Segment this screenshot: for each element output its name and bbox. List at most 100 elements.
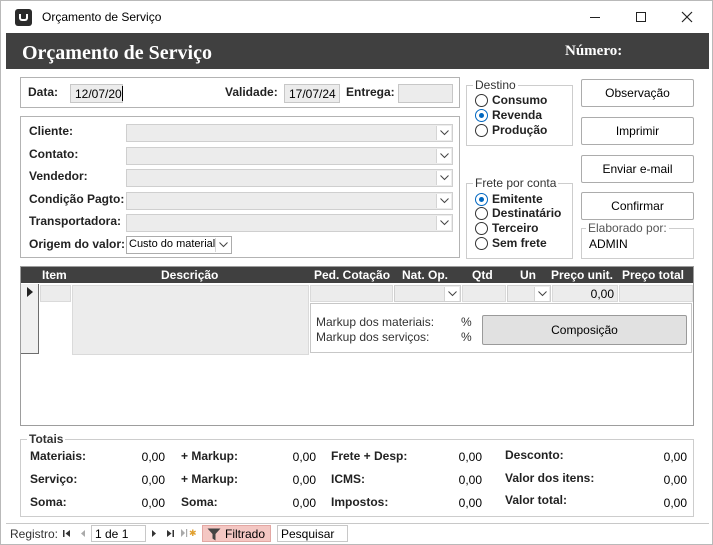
vendedor-dropdown[interactable] [436,171,451,185]
condicao-combo[interactable] [126,192,453,210]
preco-total-cell[interactable] [619,285,693,302]
radio-consumo[interactable] [475,94,488,107]
new-record-icon: ✱ [181,529,197,539]
valor-itens-label: Valor dos itens: [505,471,595,485]
markup-materiais-label: Markup dos materiais: [316,315,435,329]
observacao-button[interactable]: Observação [581,79,694,107]
cliente-dropdown[interactable] [436,126,451,140]
materiais-value: 0,00 [141,450,165,464]
radio-emitente[interactable] [475,193,488,206]
data-input[interactable]: 12/07/20 [70,84,123,103]
radio-consumo-label: Consumo [492,93,548,107]
preco-unit-cell[interactable]: 0,00 [552,285,618,302]
current-row-icon [27,287,33,297]
chevron-down-icon [440,220,449,226]
chevron-down-icon [440,175,449,181]
valor-total-label: Valor total: [505,493,568,507]
entrega-label: Entrega: [346,85,395,99]
close-button[interactable] [664,1,710,33]
origem-combo[interactable]: Custo do material [126,236,232,254]
impostos-value: 0,00 [458,496,482,510]
icms-value: 0,00 [458,473,482,487]
item-cell[interactable] [40,285,71,302]
row-selector[interactable] [21,284,39,354]
elaborado-value: ADMIN [589,237,628,251]
un-dropdown[interactable] [534,287,549,301]
transportadora-dropdown[interactable] [436,216,451,230]
soma1-value: 0,00 [141,496,165,510]
validade-input[interactable]: 17/07/24 [284,84,340,103]
desconto-label: Desconto: [505,448,564,462]
col-preco-unit[interactable]: Preço unit. [551,268,613,282]
filter-indicator[interactable]: Filtrado [202,525,271,542]
last-record-button[interactable] [165,527,177,539]
filter-icon [207,528,221,541]
col-un[interactable]: Un [520,268,536,282]
transportadora-combo[interactable] [126,214,453,232]
title-bar: Orçamento de Serviço [1,1,712,33]
origem-dropdown[interactable] [215,238,230,252]
maximize-button[interactable] [618,1,664,33]
cliente-label: Cliente: [29,124,74,138]
enviar-email-button[interactable]: Enviar e-mail [581,155,694,183]
radio-destinatario[interactable] [475,207,488,220]
markup-servicos-percent: % [461,330,472,344]
col-nat-op[interactable]: Nat. Op. [402,268,448,282]
qtd-cell[interactable] [462,285,506,302]
condicao-label: Condição Pagto: [29,192,125,206]
destino-group: Destino Consumo Revenda Produção [466,78,573,146]
contato-dropdown[interactable] [436,149,451,163]
grid-header: Item Descrição Ped. Cotação Nat. Op. Qtd… [21,267,693,283]
close-icon [681,11,693,23]
elaborado-label: Elaborado por: [586,221,669,235]
entrega-input[interactable] [398,84,453,103]
un-cell[interactable] [507,285,551,302]
text-cursor [122,86,123,101]
radio-sem-frete[interactable] [475,237,488,250]
col-item[interactable]: Item [42,268,67,282]
col-qtd[interactable]: Qtd [472,268,493,282]
cliente-combo[interactable] [126,124,453,142]
ped-cotacao-cell[interactable] [310,285,393,302]
search-field[interactable]: Pesquisar [277,525,348,542]
form-header: Orçamento de Serviço Número: [6,33,709,69]
minimize-button[interactable] [572,1,618,33]
origem-value: Custo do material [129,238,216,250]
client-panel: Cliente: Contato: Vendedor: Condição Pag… [20,116,460,258]
impostos-label: Impostos: [331,495,389,509]
radio-emitente-label: Emitente [492,192,543,206]
svg-text:✱: ✱ [189,529,196,538]
validade-label: Validade: [225,85,278,99]
contato-combo[interactable] [126,147,453,165]
chevron-down-icon [219,242,228,248]
radio-revenda[interactable] [475,109,488,122]
col-ped-cotacao[interactable]: Ped. Cotação [314,268,390,282]
composicao-button[interactable]: Composição [482,315,687,345]
next-record-icon [152,530,156,537]
first-record-button[interactable] [62,527,74,539]
first-record-icon [63,530,70,537]
next-record-button[interactable] [150,527,160,539]
radio-producao-label: Produção [492,123,548,137]
descricao-cell[interactable] [72,285,309,355]
confirmar-button[interactable]: Confirmar [581,192,694,220]
imprimir-button[interactable]: Imprimir [581,117,694,145]
new-record-button[interactable]: ✱ [180,527,197,539]
record-position-field[interactable]: 1 de 1 [91,525,146,542]
last-record-icon [167,530,174,537]
chevron-down-icon [538,291,547,297]
col-descricao[interactable]: Descrição [161,268,218,282]
materiais-label: Materiais: [30,449,87,463]
dates-panel: Data: 12/07/20 Validade: 17/07/24 Entreg… [20,77,460,108]
nat-op-cell[interactable] [394,285,461,302]
radio-producao[interactable] [475,124,488,137]
vendedor-combo[interactable] [126,169,453,187]
elaborado-group: Elaborado por: ADMIN [581,221,694,259]
radio-terceiro[interactable] [475,222,488,235]
app-icon [15,9,32,26]
col-preco-total[interactable]: Preço total [622,268,684,282]
nat-op-dropdown[interactable] [444,287,459,301]
chevron-down-icon [440,130,449,136]
condicao-dropdown[interactable] [436,194,451,208]
previous-record-button[interactable] [79,527,89,539]
